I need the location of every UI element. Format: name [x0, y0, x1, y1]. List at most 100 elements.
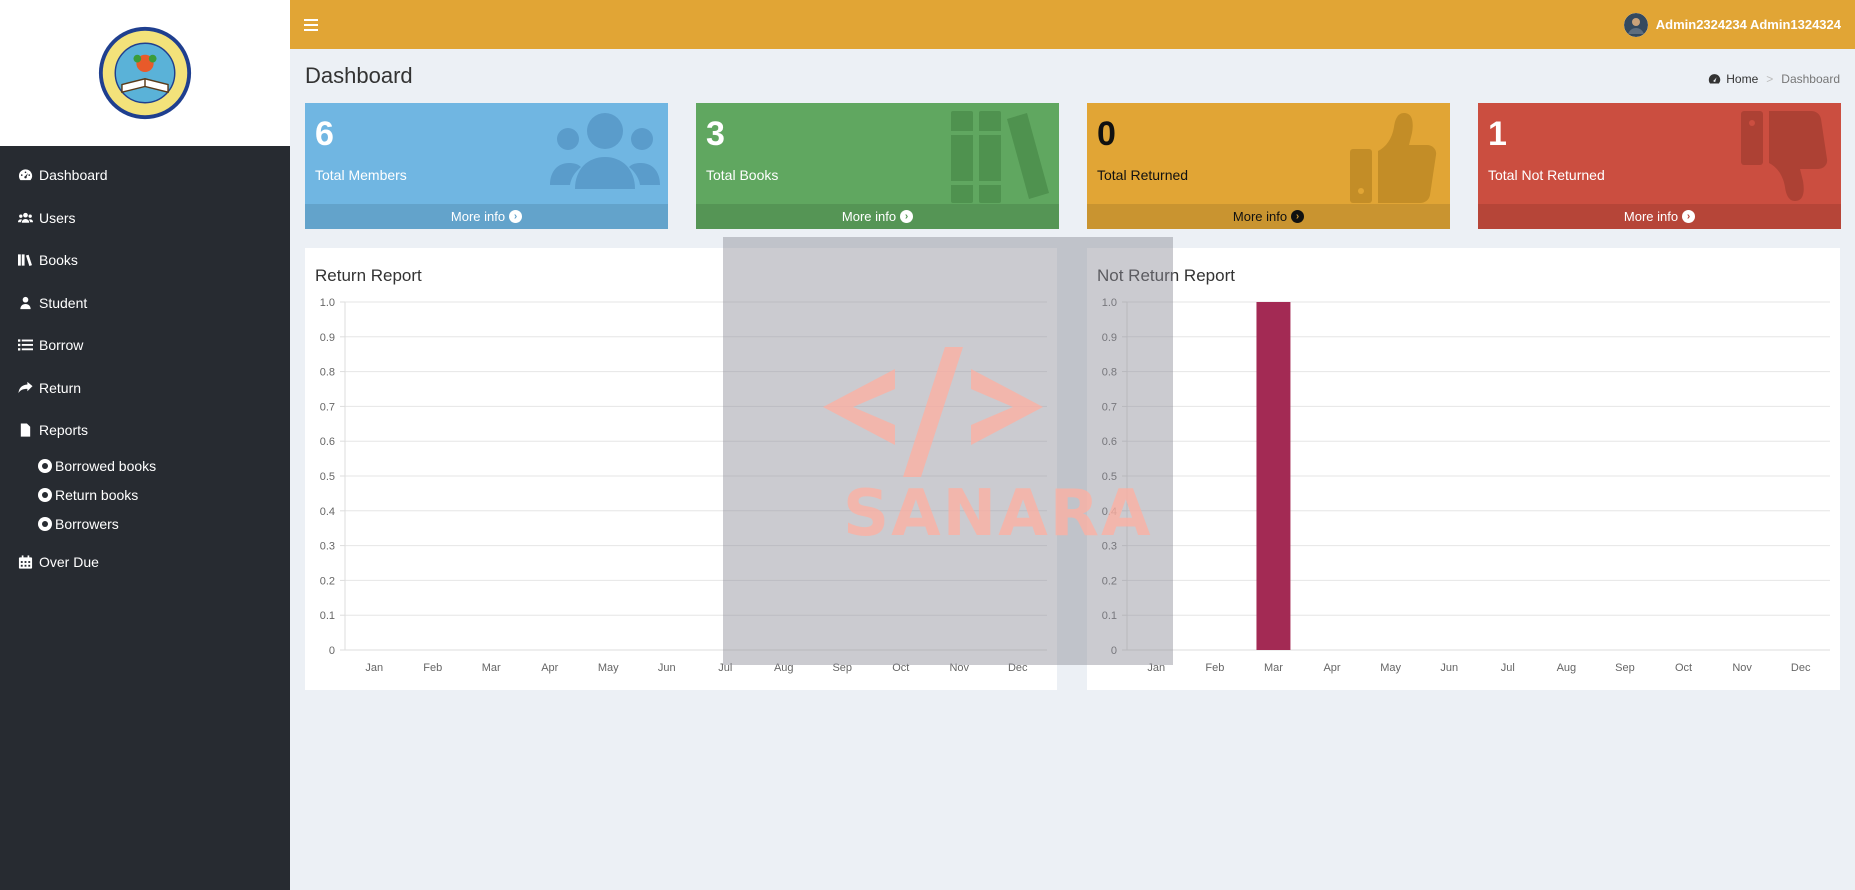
- more-info-link[interactable]: More info ›: [305, 204, 668, 229]
- box-label: Total Returned: [1097, 167, 1189, 183]
- submenu-item-borrowed-books[interactable]: Borrowed books: [0, 452, 290, 481]
- y-tick-label: 1.0: [1102, 297, 1117, 309]
- y-tick-label: 0.2: [320, 575, 335, 587]
- x-tick-label: Nov: [1732, 662, 1752, 674]
- hamburger-menu-icon[interactable]: [304, 18, 318, 31]
- circle-dot-icon: [38, 488, 52, 502]
- x-tick-label: Jan: [1147, 662, 1165, 674]
- sidebar-item-books[interactable]: Books: [0, 239, 290, 282]
- x-tick-label: Jun: [658, 662, 676, 674]
- x-tick-label: Oct: [1675, 662, 1692, 674]
- circle-dot-icon: [38, 517, 52, 531]
- breadcrumb-home-label: Home: [1726, 72, 1759, 86]
- user-icon: [17, 296, 33, 310]
- breadcrumb-separator: >: [1766, 72, 1774, 86]
- y-tick-label: 0.7: [320, 401, 335, 413]
- y-tick-label: 0.1: [320, 610, 335, 622]
- user-name: Admin2324234 Admin1324324: [1655, 17, 1841, 32]
- return-report-panel: Return Report 0 0.1 0.2 0.3 0.4 0.5 0.6 0.7 0.8 0…: [305, 248, 1057, 690]
- more-info-label: More info: [450, 209, 506, 224]
- box-count: 1: [1488, 115, 1507, 153]
- x-tick-label: Sep: [832, 662, 852, 674]
- y-tick-label: 0.4: [320, 506, 335, 518]
- page-title: Dashboard: [305, 63, 413, 88]
- books-icon: [951, 111, 1049, 203]
- info-box-total-members: 6 Total Members More info ›: [305, 103, 668, 229]
- reports-submenu: Borrowed books Return books Borrowers: [0, 452, 290, 539]
- chart-title: Not Return Report: [1097, 266, 1235, 285]
- y-tick-label: 0.5: [1102, 471, 1117, 483]
- x-tick-label: Jan: [365, 662, 383, 674]
- submenu-item-label: Borrowers: [55, 516, 119, 532]
- user-menu[interactable]: Admin2324234 Admin1324324: [1623, 12, 1841, 37]
- thumbs-up-icon: [1350, 113, 1437, 203]
- y-tick-label: 0.2: [1102, 575, 1117, 587]
- sidebar-item-dashboard[interactable]: Dashboard: [0, 154, 290, 197]
- y-tick-label: 0.9: [320, 332, 335, 344]
- y-tick-label: 0.8: [320, 367, 335, 379]
- sidebar-item-reports[interactable]: Reports: [0, 409, 290, 452]
- box-label: Total Members: [315, 167, 407, 183]
- box-label: Total Not Returned: [1488, 167, 1605, 183]
- info-box-total-books: 3 Total Books More info ›: [696, 103, 1059, 229]
- x-tick-label: Nov: [949, 662, 969, 674]
- circle-dot-icon: [38, 459, 52, 473]
- sidebar-item-overdue[interactable]: Over Due: [0, 541, 290, 584]
- x-tick-label: Sep: [1615, 662, 1635, 674]
- sidebar-item-label: Student: [39, 294, 88, 311]
- sidebar-item-label: Users: [39, 209, 76, 226]
- y-tick-label: 1.0: [320, 297, 335, 309]
- users-icon: [550, 113, 660, 189]
- submenu-item-return-books[interactable]: Return books: [0, 481, 290, 510]
- sidebar-item-borrow[interactable]: Borrow: [0, 324, 290, 367]
- sidebar-item-label: Borrow: [39, 337, 84, 354]
- x-tick-label: Dec: [1008, 662, 1028, 674]
- x-tick-label: Feb: [423, 662, 442, 674]
- sidebar-item-return[interactable]: Return: [0, 367, 290, 410]
- x-tick-label: Aug: [774, 662, 794, 674]
- submenu-item-label: Borrowed books: [55, 458, 157, 474]
- y-tick-label: 0: [1111, 645, 1117, 657]
- arrow-circle-right-icon: ›: [900, 210, 914, 223]
- sidebar-nav: Dashboard Users Books Student Borrow Ret…: [0, 146, 290, 452]
- top-navbar: Admin2324234 Admin1324324: [290, 0, 1855, 49]
- sidebar-item-users[interactable]: Users: [0, 197, 290, 240]
- thumbs-down-icon: [1741, 111, 1828, 201]
- box-count: 6: [315, 115, 334, 153]
- y-tick-label: 0.7: [1102, 401, 1117, 413]
- not-return-report-panel: Not Return Report 0 0.1 0.2 0.3 0.4 0.5 0.6 0.7…: [1087, 248, 1840, 690]
- y-tick-label: 0.9: [1102, 332, 1117, 344]
- y-tick-label: 0: [329, 645, 335, 657]
- more-info-link[interactable]: More info ›: [1087, 204, 1450, 229]
- x-tick-label: May: [1380, 662, 1401, 674]
- logo-area: [0, 0, 290, 146]
- sidebar-item-label: Dashboard: [39, 167, 108, 184]
- calendar-icon: [17, 555, 33, 569]
- submenu-item-label: Return books: [55, 487, 139, 503]
- more-info-label: More info: [1232, 209, 1288, 224]
- tachometer-icon: [17, 168, 33, 182]
- sidebar: Dashboard Users Books Student Borrow Ret…: [0, 0, 290, 890]
- arrow-circle-right-icon: ›: [509, 210, 523, 223]
- more-info-link[interactable]: More info ›: [696, 204, 1059, 229]
- submenu-item-borrowers[interactable]: Borrowers: [0, 510, 290, 539]
- list-icon: [17, 338, 33, 352]
- box-label: Total Books: [706, 167, 779, 183]
- file-icon: [17, 423, 33, 437]
- tachometer-icon: [1709, 74, 1721, 84]
- breadcrumb-current: Dashboard: [1781, 72, 1840, 86]
- books-icon: [17, 253, 33, 267]
- x-tick-label: Jul: [718, 662, 732, 674]
- x-tick-label: Jul: [1501, 662, 1515, 674]
- y-tick-label: 0.3: [1102, 541, 1117, 553]
- x-tick-label: Jun: [1440, 662, 1458, 674]
- arrow-circle-right-icon: ›: [1291, 210, 1305, 223]
- sidebar-item-student[interactable]: Student: [0, 282, 290, 325]
- breadcrumb-home[interactable]: Home: [1708, 72, 1758, 86]
- info-box-total-returned: 0 Total Returned More info ›: [1087, 103, 1450, 229]
- more-info-link[interactable]: More info ›: [1478, 204, 1841, 229]
- school-logo[interactable]: [97, 25, 193, 121]
- sidebar-nav-bottom: Over Due: [0, 541, 290, 584]
- y-tick-label: 0.5: [320, 471, 335, 483]
- x-tick-label: Aug: [1557, 662, 1577, 674]
